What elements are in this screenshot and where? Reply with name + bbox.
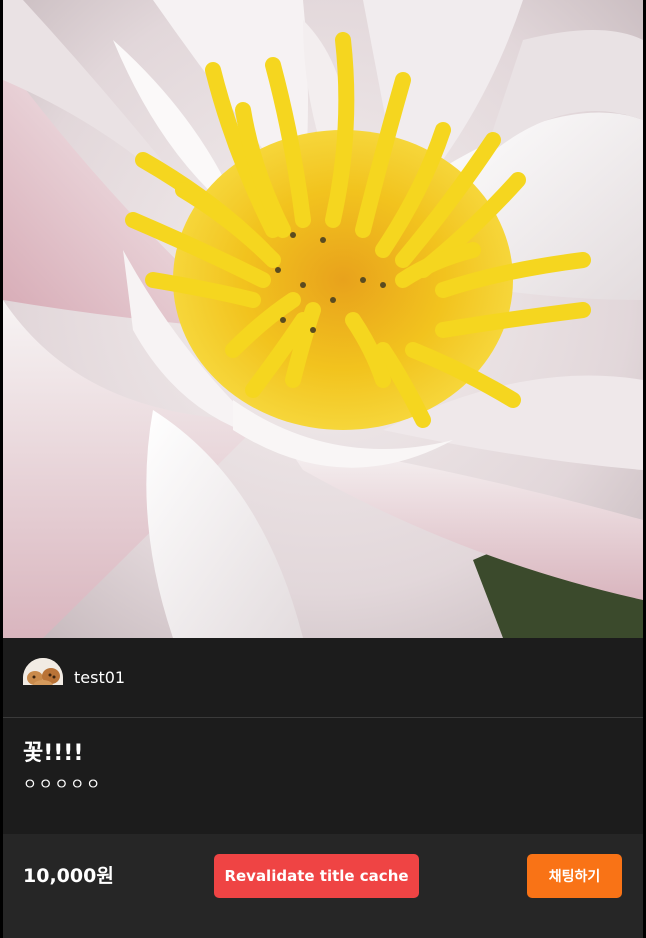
product-price: 10,000원 — [23, 865, 114, 887]
product-description: ㅇㅇㅇㅇㅇ — [23, 775, 103, 793]
bottom-action-bar: 10,000원 Revalidate title cache 채팅하기 — [3, 834, 643, 938]
chat-button[interactable]: 채팅하기 — [527, 854, 622, 898]
seller-info[interactable]: test01 — [3, 638, 643, 718]
product-image — [3, 0, 643, 638]
product-detail-page: test01 꽃!!!! ㅇㅇㅇㅇㅇ 10,000원 Revalidate ti… — [3, 0, 643, 938]
seller-name[interactable]: test01 — [74, 668, 125, 688]
product-content: 꽃!!!! ㅇㅇㅇㅇㅇ — [3, 719, 643, 834]
revalidate-title-cache-button[interactable]: Revalidate title cache — [214, 854, 419, 898]
seller-avatar-image — [23, 658, 63, 685]
product-title: 꽃!!!! — [23, 741, 84, 766]
avatar[interactable] — [23, 658, 63, 685]
water-lily-photo — [3, 0, 643, 638]
